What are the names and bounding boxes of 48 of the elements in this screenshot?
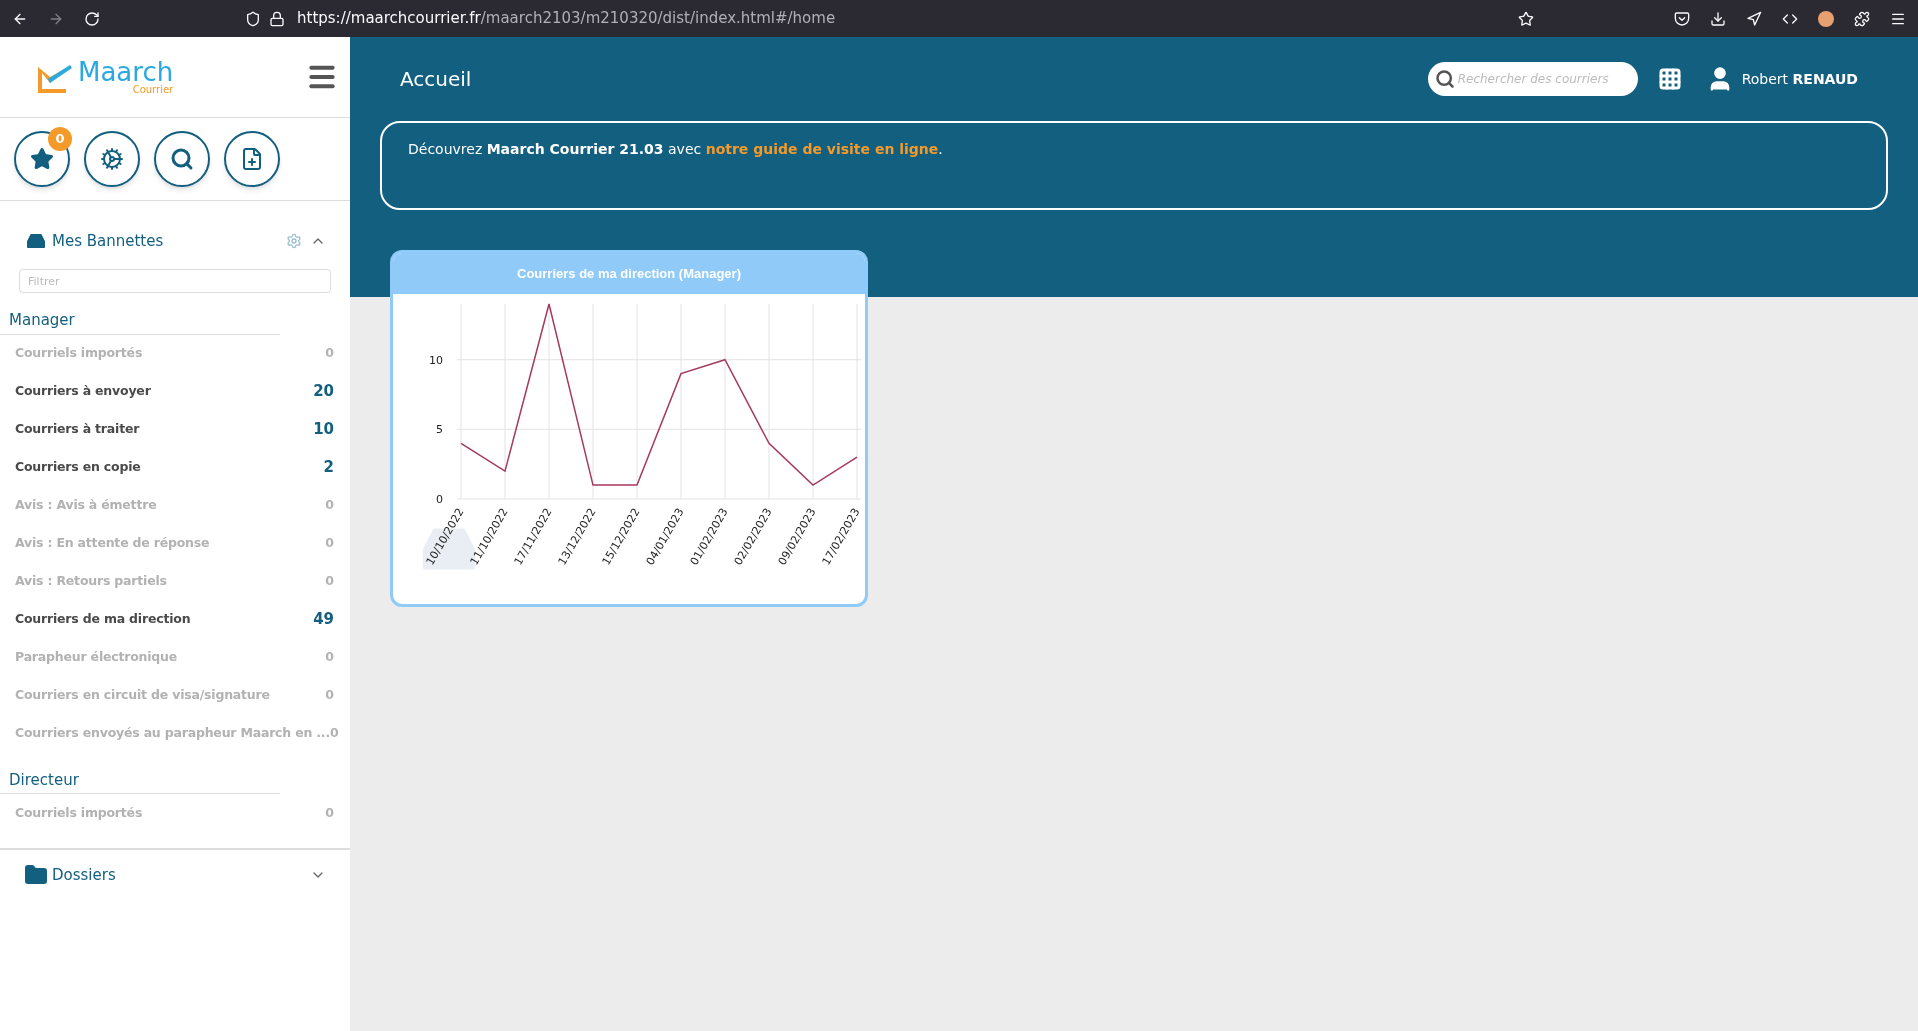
- url-text[interactable]: https://maarchcourrier.fr/maarch2103/m210320/dist/index.html#/home: [297, 7, 836, 30]
- logo-icon: [36, 63, 74, 95]
- section-title[interactable]: Dossiers: [52, 863, 116, 887]
- basket-item[interactable]: Courriels importés 0: [0, 334, 350, 373]
- reload-icon[interactable]: [84, 10, 100, 27]
- search-button[interactable]: [154, 131, 210, 187]
- logo-subtitle: Courrier: [132, 85, 174, 95]
- basket-item[interactable]: Avis : Avis à émettre 0: [0, 486, 350, 525]
- basket-item[interactable]: Parapheur électronique 0: [0, 638, 350, 677]
- y-tick-label: 10: [429, 353, 443, 367]
- gears-icon: [100, 147, 124, 171]
- basket-item[interactable]: Courriers en circuit de visa/signature 0: [0, 676, 350, 715]
- search-field[interactable]: Rechercher des courriers: [1427, 62, 1638, 96]
- basket-item[interactable]: Courriers en copie 2: [0, 448, 350, 487]
- user-name[interactable]: Robert RENAUD: [1741, 68, 1858, 90]
- logo-name: Maarch: [78, 59, 174, 85]
- group-heading: Directeur: [0, 768, 280, 794]
- basket-item[interactable]: Avis : En attente de réponse 0: [0, 524, 350, 563]
- chart-title: Courriers de ma direction (Manager): [517, 264, 741, 283]
- file-plus-icon: [240, 147, 264, 171]
- y-tick-label: 0: [436, 493, 443, 506]
- download-icon[interactable]: [1710, 10, 1726, 27]
- admin-button[interactable]: [84, 131, 140, 187]
- search-icon: [1434, 69, 1455, 89]
- basket-item[interactable]: Courriels importés 0: [0, 794, 350, 832]
- basket-item[interactable]: Courriers à envoyer 20: [0, 372, 350, 411]
- shield-icon: [245, 10, 261, 27]
- count-badge: 0: [48, 127, 72, 151]
- basket-item[interactable]: Courriers de ma direction 49: [0, 600, 350, 639]
- new-button[interactable]: [224, 131, 280, 187]
- y-tick-label: 5: [436, 423, 443, 437]
- apps-grid-icon[interactable]: [1657, 67, 1682, 91]
- basket-item[interactable]: Courriers envoyés au parapheur Maarch en ...0: [0, 714, 350, 753]
- section-title[interactable]: Mes Bannettes: [52, 229, 164, 253]
- filter-field[interactable]: Filtrer: [19, 269, 331, 293]
- group-heading: Manager: [0, 309, 280, 335]
- puzzle-icon[interactable]: [1854, 10, 1870, 27]
- star-icon: [30, 147, 54, 171]
- guide-link[interactable]: notre guide de visite en ligne: [705, 141, 939, 157]
- page-title: Accueil: [400, 66, 472, 93]
- lock-icon: [269, 10, 285, 27]
- bookmark-star-icon[interactable]: [1518, 10, 1534, 27]
- pocket-icon[interactable]: [1674, 10, 1690, 27]
- folder-icon: [24, 863, 48, 887]
- basket-item[interactable]: Courriers à traiter 10: [0, 410, 350, 449]
- welcome-text: Découvrez Maarch Courrier 21.03 avec notre guide de visite en ligne.: [408, 140, 944, 159]
- search-icon: [170, 147, 194, 171]
- basket-item[interactable]: Avis : Retours partiels 0: [0, 562, 350, 601]
